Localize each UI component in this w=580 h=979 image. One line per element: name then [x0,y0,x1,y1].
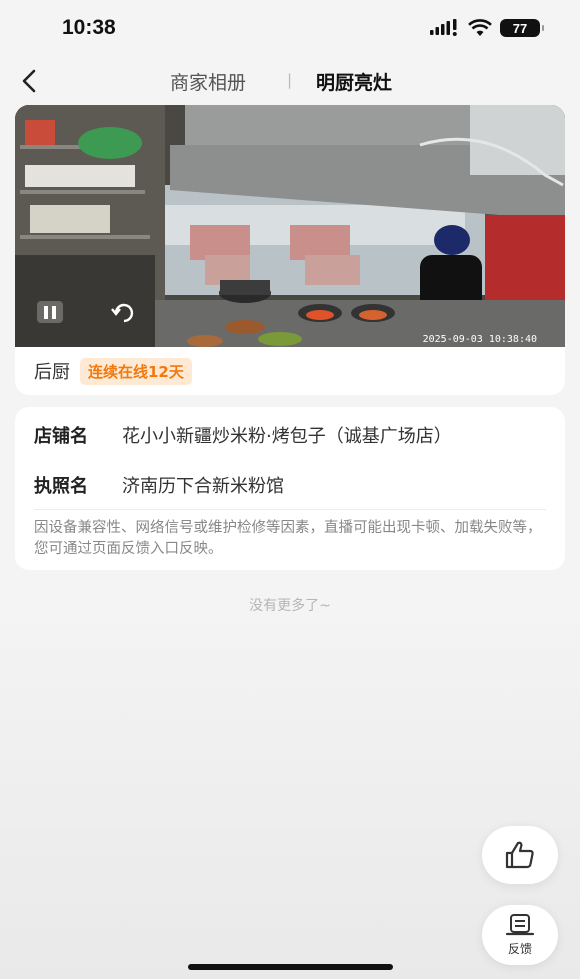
video-caption: 后厨 连续在线12天 [15,347,565,395]
license-name-label: 执照名 [34,476,88,497]
info-divider [34,509,546,510]
store-info-card: 店铺名 花小小新疆炒米粉·烤包子（诚基广场店） 执照名 济南历下合新米粉馆 因设… [15,407,565,570]
feedback-icon [505,914,535,936]
no-more-text: 没有更多了~ [249,598,331,614]
tab-divider: | [287,71,293,89]
battery-icon: 77 [500,19,544,37]
feedback-button[interactable]: 反馈 [482,905,558,965]
store-name-row: 店铺名 花小小新疆炒米粉·烤包子（诚基广场店） [34,422,452,448]
license-name-value: 济南历下合新米粉馆 [122,476,284,497]
wifi-icon [468,19,492,36]
camera-location: 后厨 [34,362,70,383]
rotate-icon[interactable] [111,300,137,326]
live-notice: 因设备兼容性、网络信号或维护检修等因素，直播可能出现卡顿、加载失败等，您可通过页… [34,520,542,557]
tab-merchant-album[interactable]: 商家相册 [170,68,246,95]
back-icon [22,69,36,93]
tab-open-kitchen[interactable]: 明厨亮灶 [316,68,392,95]
status-icons: 77 [430,19,544,37]
thumbs-up-icon [505,841,534,869]
license-name-row: 执照名 济南历下合新米粉馆 [34,472,284,498]
like-button[interactable] [482,826,558,884]
feedback-label: 反馈 [507,942,532,956]
status-bar: 10:38 77 [0,0,580,58]
online-days-badge: 连续在线12天 [80,357,192,385]
back-button[interactable] [14,64,44,98]
pause-icon[interactable] [37,301,63,323]
signal-icon [430,19,457,36]
video-card: 2025-09-03 10:38:40 后厨 连续在线12天 [15,105,565,395]
home-indicator [188,964,393,970]
store-name-label: 店铺名 [34,426,88,447]
status-time: 10:38 [62,16,116,39]
kitchen-live-video[interactable]: 2025-09-03 10:38:40 [15,105,565,347]
video-timestamp: 2025-09-03 10:38:40 [422,334,537,345]
nav-bar: 商家相册 | 明厨亮灶 [0,58,580,104]
store-name-value: 花小小新疆炒米粉·烤包子（诚基广场店） [122,426,452,447]
kitchen-scene [15,105,565,347]
